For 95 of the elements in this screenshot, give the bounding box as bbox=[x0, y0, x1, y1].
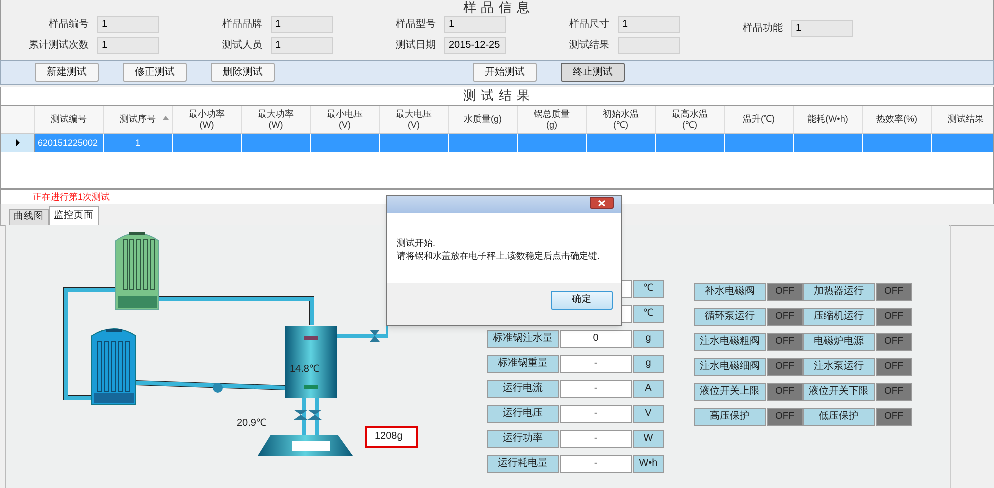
switch-label: 电磁炉电源 bbox=[803, 333, 875, 351]
dialog-message: 请将锅和水盖放在电子秤上,读数稳定后点击确定键. bbox=[397, 250, 602, 263]
switch-label: 压缩机运行 bbox=[803, 308, 875, 326]
column-header[interactable]: 最小电压 (V) bbox=[311, 106, 380, 133]
column-header[interactable]: 水质量(g) bbox=[449, 106, 518, 133]
column-header[interactable]: 最高水温 (℃) bbox=[656, 106, 725, 133]
switch-label: 注水电磁粗阀 bbox=[694, 333, 766, 351]
column-header[interactable]: 最大电压 (V) bbox=[380, 106, 449, 133]
close-icon bbox=[598, 200, 606, 206]
column-header[interactable]: 温升(℃) bbox=[725, 106, 794, 133]
switch-state: OFF bbox=[767, 408, 803, 426]
switch-label: 补水电磁阀 bbox=[694, 283, 766, 301]
switch-state: OFF bbox=[767, 333, 803, 351]
input-field[interactable]: 1 bbox=[97, 37, 159, 54]
field-label: 累计测试次数 bbox=[28, 38, 89, 53]
parameter-value: 0 bbox=[560, 330, 632, 348]
switch-state: OFF bbox=[876, 358, 912, 376]
toolbar-button[interactable]: 新建测试 bbox=[35, 63, 99, 82]
switch-label: 注水泵运行 bbox=[803, 358, 875, 376]
input-field[interactable]: 1 bbox=[270, 16, 332, 33]
column-header[interactable]: 测试结果 bbox=[932, 106, 993, 133]
column-header[interactable]: 能耗(W•h) bbox=[794, 106, 863, 133]
switch-label: 高压保护 bbox=[694, 408, 766, 426]
parameter-label: 运行耗电量 bbox=[487, 455, 559, 473]
field-label: 测试日期 bbox=[395, 38, 436, 53]
column-header[interactable]: 初始水温 (℃) bbox=[587, 106, 656, 133]
parameter-value: - bbox=[560, 405, 632, 423]
switch-state: OFF bbox=[767, 283, 803, 301]
section-title: 样 品 信 息 bbox=[462, 0, 532, 16]
input-field[interactable]: 1 bbox=[444, 16, 506, 33]
unit-label: g bbox=[633, 355, 664, 373]
unit-label: W bbox=[633, 430, 664, 448]
field-label: 测试结果 bbox=[568, 38, 610, 53]
unit-label: W•h bbox=[633, 455, 664, 473]
ok-button[interactable]: 确定 bbox=[551, 291, 613, 310]
field-label: 样品编号 bbox=[48, 18, 89, 32]
unit-label: g bbox=[633, 330, 664, 348]
unit-label: ℃ bbox=[633, 280, 664, 298]
column-header[interactable]: 最小功率 (W) bbox=[173, 106, 242, 133]
table-cell: 620151225002 bbox=[35, 134, 104, 152]
switch-state: OFF bbox=[876, 383, 912, 401]
row-pointer-icon bbox=[16, 139, 20, 147]
field-label: 样品尺寸 bbox=[568, 18, 610, 32]
switch-state: OFF bbox=[876, 283, 912, 301]
switch-label: 加热器运行 bbox=[803, 283, 875, 301]
switch-label: 低压保护 bbox=[803, 408, 875, 426]
switch-label: 液位开关上限 bbox=[694, 383, 766, 401]
parameter-value: - bbox=[560, 380, 632, 398]
close-button[interactable] bbox=[590, 197, 614, 209]
tab[interactable]: 曲线图 bbox=[9, 209, 49, 225]
field-label: 样品型号 bbox=[395, 18, 436, 32]
scale-reading: 1208g bbox=[365, 426, 418, 448]
switch-state: OFF bbox=[876, 308, 912, 326]
input-field[interactable] bbox=[618, 37, 680, 54]
parameter-label: 标准锅重量 bbox=[487, 355, 559, 373]
switch-label: 注水电磁细阀 bbox=[694, 358, 766, 376]
toolbar-button[interactable]: 开始测试 bbox=[473, 63, 537, 82]
switch-state: OFF bbox=[876, 408, 912, 426]
parameter-value: - bbox=[560, 455, 632, 473]
switch-label: 液位开关下限 bbox=[803, 383, 875, 401]
parameter-label: 运行功率 bbox=[487, 430, 559, 448]
tab[interactable]: 监控页面 bbox=[49, 206, 99, 225]
dialog-message: 测试开始. bbox=[397, 237, 437, 250]
field-label: 样品品牌 bbox=[222, 18, 262, 32]
parameter-label: 运行电流 bbox=[487, 380, 559, 398]
switch-state: OFF bbox=[767, 383, 803, 401]
toolbar-button[interactable]: 修正测试 bbox=[123, 63, 187, 82]
input-field[interactable]: 1 bbox=[791, 20, 853, 37]
input-field[interactable]: 2015-12-25 bbox=[444, 37, 506, 54]
table-cell: 1 bbox=[104, 134, 173, 152]
column-header[interactable]: 热效率(%) bbox=[863, 106, 932, 133]
column-header[interactable]: 测试编号 bbox=[35, 106, 104, 133]
column-header[interactable]: 锅总质量 (g) bbox=[518, 106, 587, 133]
water-temperature: 20.9℃ bbox=[237, 417, 266, 431]
unit-label: A bbox=[633, 380, 664, 398]
unit-label: V bbox=[633, 405, 664, 423]
parameter-value: - bbox=[560, 430, 632, 448]
unit-label: ℃ bbox=[633, 305, 664, 323]
column-header[interactable]: 测试序号 bbox=[104, 106, 173, 133]
switch-label: 循环泵运行 bbox=[694, 308, 766, 326]
parameter-value: - bbox=[560, 355, 632, 373]
parameter-label: 运行电压 bbox=[487, 405, 559, 423]
field-label: 测试人员 bbox=[222, 38, 262, 53]
input-field[interactable]: 1 bbox=[618, 16, 680, 33]
switch-state: OFF bbox=[767, 308, 803, 326]
switch-state: OFF bbox=[876, 333, 912, 351]
input-field[interactable]: 1 bbox=[97, 16, 159, 33]
switch-state: OFF bbox=[767, 358, 803, 376]
toolbar-button[interactable]: 删除测试 bbox=[211, 63, 275, 82]
parameter-label: 标准锅注水量 bbox=[487, 330, 559, 348]
input-field[interactable]: 1 bbox=[270, 37, 332, 54]
column-header[interactable]: 最大功率 (W) bbox=[242, 106, 311, 133]
field-label: 样品功能 bbox=[742, 22, 783, 36]
tank-temperature: 14.8℃ bbox=[290, 363, 320, 377]
toolbar-button[interactable]: 终止测试 bbox=[561, 63, 625, 82]
